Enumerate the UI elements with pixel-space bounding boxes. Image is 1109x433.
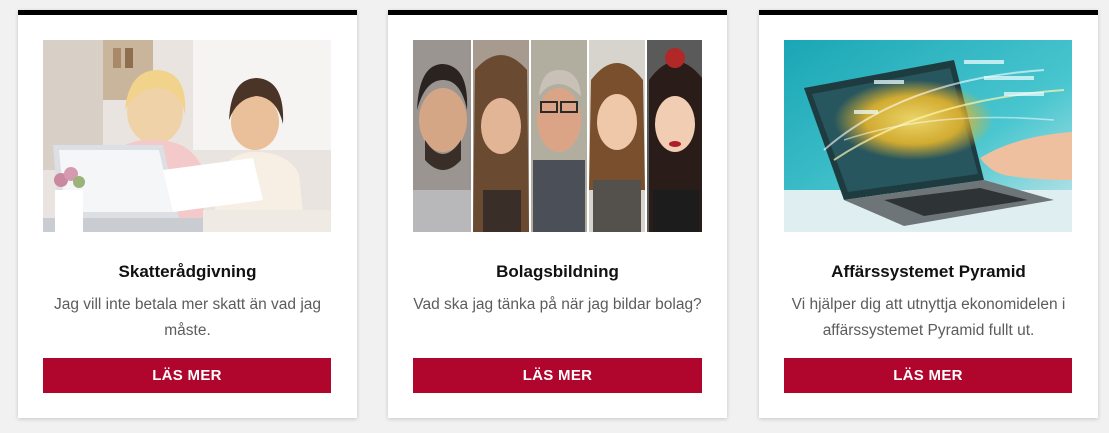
service-card-bolagsbildning: Bolagsbildning Vad ska jag tänka på när … xyxy=(388,10,727,418)
card-image-thinking-faces[interactable] xyxy=(413,40,702,232)
card-title: Skatterådgivning xyxy=(118,262,257,281)
las-mer-button[interactable]: LÄS MER xyxy=(784,358,1072,393)
card-title: Bolagsbildning xyxy=(496,262,619,281)
card-image-women-at-laptop[interactable] xyxy=(43,40,331,232)
service-card-skatteradgivning: Skatterådgivning Jag vill inte betala me… xyxy=(18,10,357,418)
card-image-laptop-data[interactable] xyxy=(784,40,1072,232)
service-card-affarssystemet-pyramid: Affärssystemet Pyramid Vi hjälper dig at… xyxy=(759,10,1098,418)
card-title: Affärssystemet Pyramid xyxy=(831,262,1026,281)
card-description: Vad ska jag tänka på när jag bildar bola… xyxy=(413,296,702,313)
card-description: Vi hjälper dig att utnyttja ekonomidelen… xyxy=(791,296,1066,339)
las-mer-button[interactable]: LÄS MER xyxy=(43,358,331,393)
las-mer-button[interactable]: LÄS MER xyxy=(413,358,702,393)
card-description: Jag vill inte betala mer skatt än vad ja… xyxy=(53,296,322,339)
